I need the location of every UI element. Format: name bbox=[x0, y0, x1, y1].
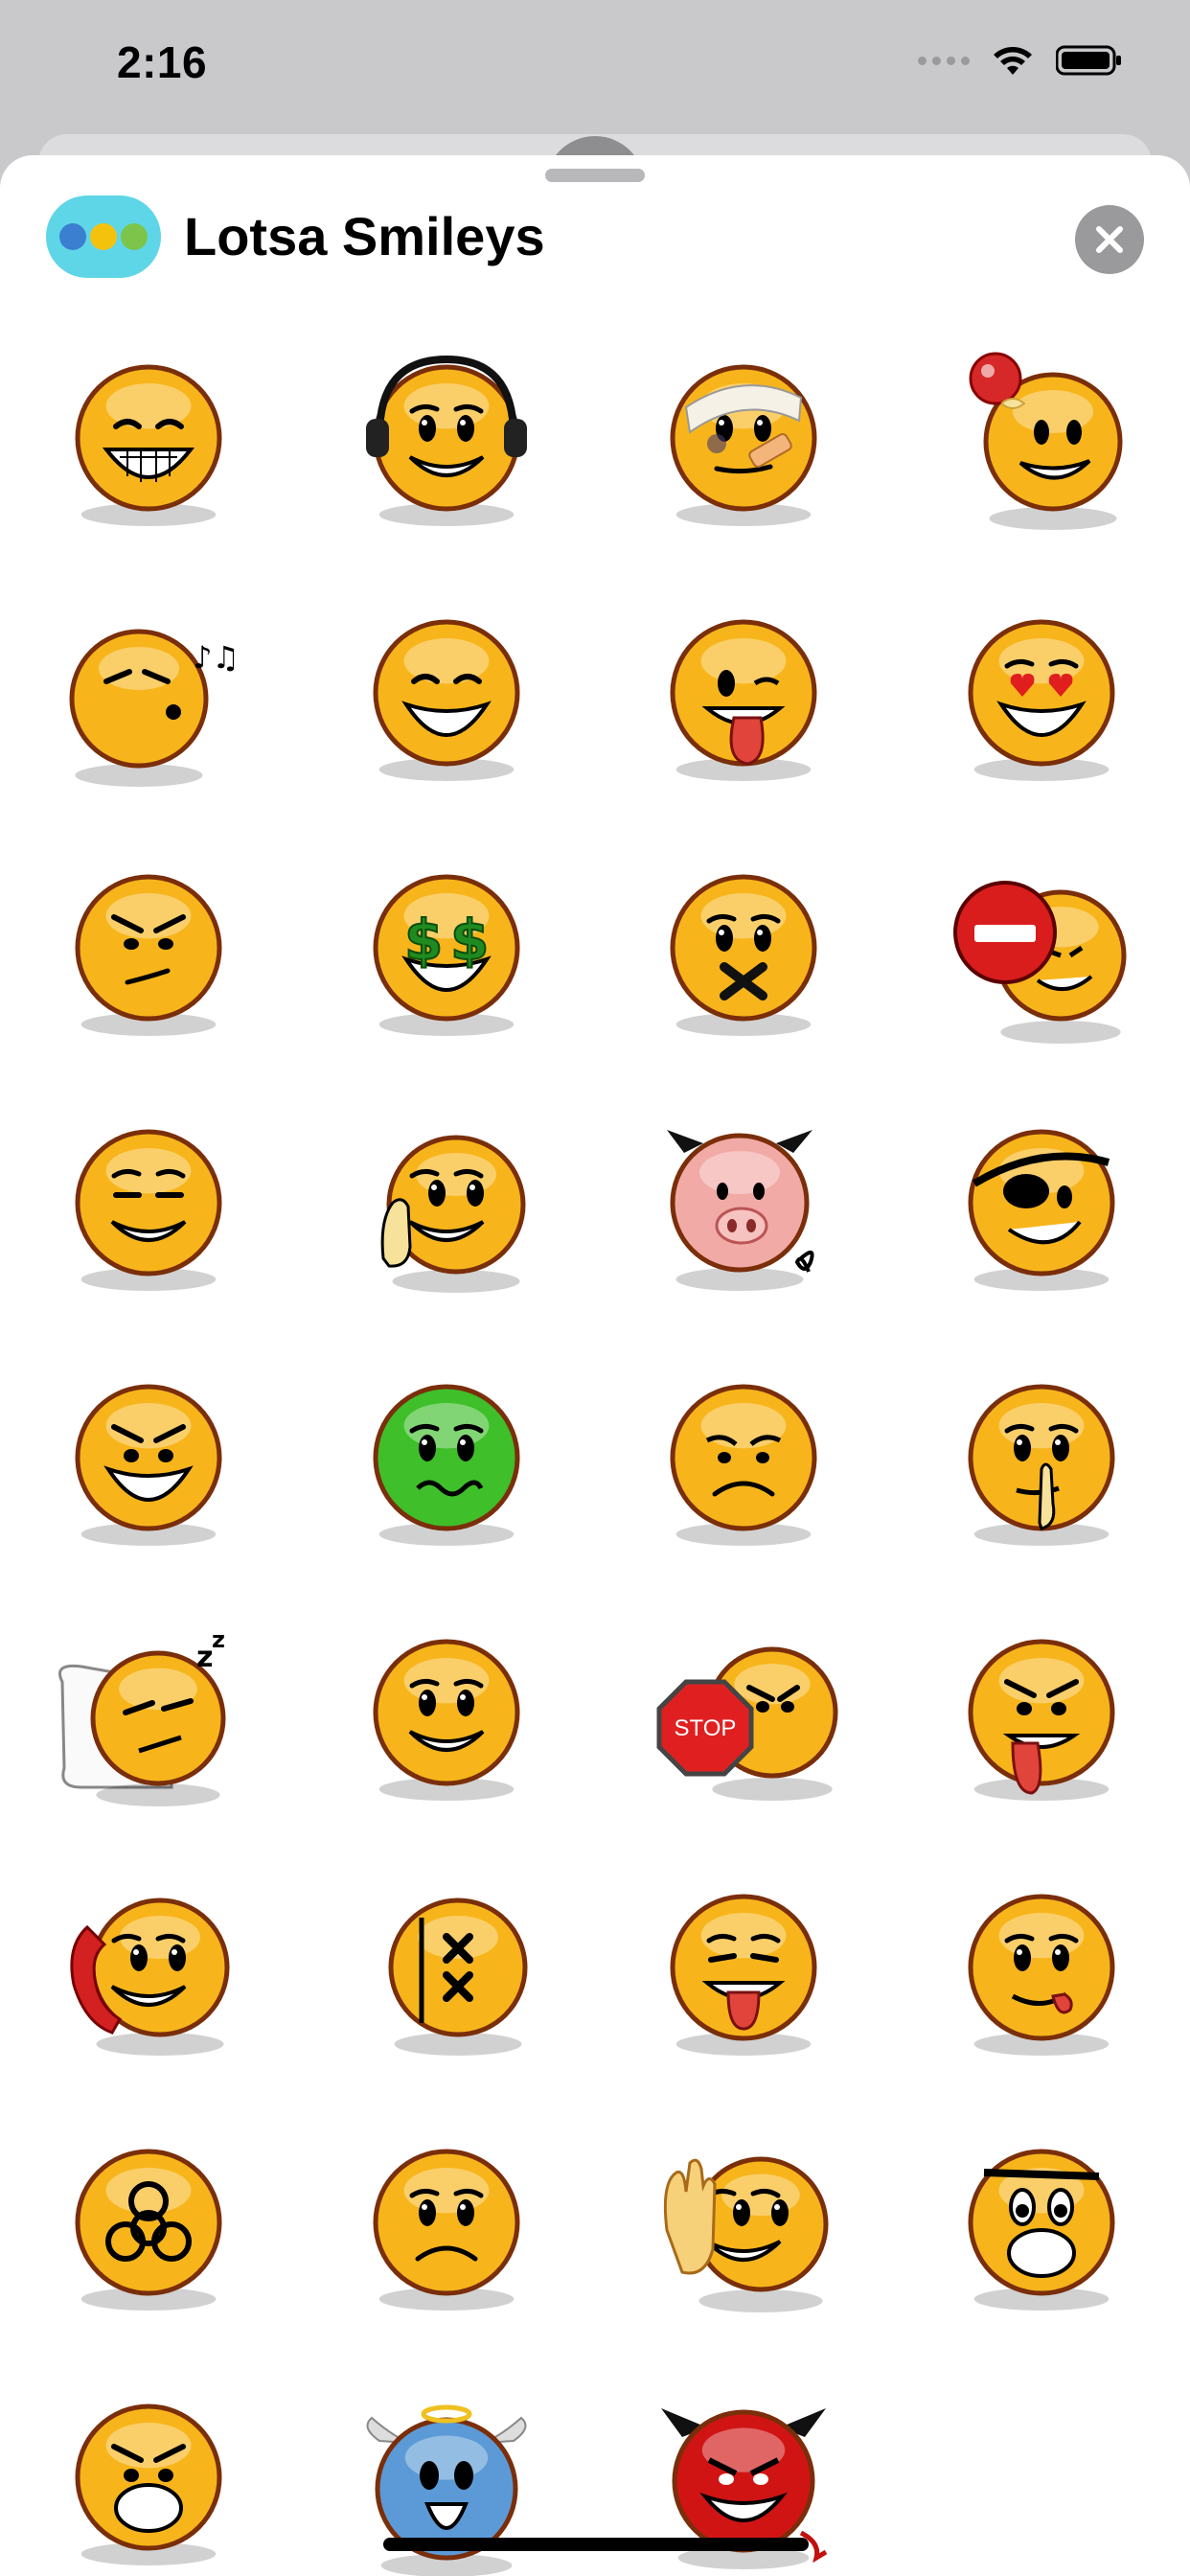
sticker-cell[interactable] bbox=[893, 1593, 1190, 1848]
dollar-eyes-sticker[interactable]: $ $ bbox=[351, 860, 542, 1051]
sticker-cell[interactable] bbox=[595, 828, 893, 1083]
sticker-cell[interactable] bbox=[0, 2103, 298, 2358]
stop-sign-label: STOP bbox=[675, 1715, 737, 1741]
home-indicator bbox=[383, 2538, 809, 2551]
cellular-signal-icon bbox=[918, 56, 970, 65]
mini-face-icon bbox=[121, 223, 148, 250]
stop-sign-sticker[interactable]: STOP bbox=[648, 1624, 839, 1816]
sticker-cell[interactable] bbox=[298, 318, 596, 573]
sticker-grid: ♪♫ $ $ z z STOP bbox=[0, 318, 1190, 2576]
waving-hand-sticker[interactable] bbox=[648, 2134, 839, 2326]
mini-face-icon bbox=[90, 223, 117, 250]
sticker-cell[interactable] bbox=[595, 318, 893, 573]
bump-on-head-sticker[interactable] bbox=[946, 350, 1137, 541]
headphones-sticker[interactable] bbox=[351, 350, 542, 541]
sticker-cell[interactable] bbox=[298, 573, 596, 828]
sticker-cell[interactable] bbox=[595, 573, 893, 828]
sticker-cell[interactable] bbox=[298, 1338, 596, 1593]
whistling-sticker[interactable]: ♪♫ bbox=[53, 605, 244, 796]
biohazard-sticker[interactable] bbox=[53, 2134, 244, 2326]
content-smile-sticker[interactable] bbox=[53, 1115, 244, 1306]
sticker-cell[interactable] bbox=[0, 1338, 298, 1593]
shush-sticker[interactable] bbox=[946, 1369, 1137, 1561]
status-icons bbox=[918, 44, 1123, 77]
sticker-cell[interactable] bbox=[0, 1848, 298, 2103]
heart-eyes-sticker[interactable] bbox=[946, 605, 1137, 796]
close-button[interactable] bbox=[1075, 205, 1144, 274]
mini-face-icon bbox=[59, 223, 86, 250]
sticker-cell[interactable]: STOP bbox=[595, 1593, 893, 1848]
smile-sticker[interactable] bbox=[351, 1624, 542, 1816]
sticker-cell[interactable] bbox=[595, 1338, 893, 1593]
mouth-taped-sticker[interactable] bbox=[648, 860, 839, 1051]
lip-lick-sticker[interactable] bbox=[946, 1879, 1137, 2071]
pirate-eyepatch-sticker[interactable] bbox=[946, 1115, 1137, 1306]
sticker-cell[interactable] bbox=[595, 1848, 893, 2103]
thinking-hand-sticker[interactable] bbox=[351, 1115, 542, 1306]
sticker-cell[interactable] bbox=[0, 318, 298, 573]
grin-sticker[interactable] bbox=[351, 605, 542, 796]
svg-text:$: $ bbox=[404, 908, 443, 973]
pig-sticker[interactable] bbox=[648, 1115, 839, 1306]
sticker-cell[interactable] bbox=[893, 1848, 1190, 2103]
sticker-cell[interactable]: $ $ bbox=[298, 828, 596, 1083]
sheet-title: Lotsa Smileys bbox=[184, 206, 545, 266]
battery-icon bbox=[1056, 45, 1121, 76]
sticker-cell[interactable] bbox=[893, 2103, 1190, 2358]
sticker-cell[interactable] bbox=[298, 2103, 596, 2358]
shocked-sticker[interactable] bbox=[946, 2134, 1137, 2326]
close-icon bbox=[1096, 226, 1123, 253]
crossed-out-eyes-sticker[interactable] bbox=[351, 1879, 542, 2071]
app-icon bbox=[46, 196, 161, 278]
sticker-cell[interactable] bbox=[298, 1083, 596, 1338]
sticker-cell[interactable] bbox=[595, 1083, 893, 1338]
svg-text:♪♫: ♪♫ bbox=[193, 639, 240, 676]
svg-text:z: z bbox=[196, 1641, 213, 1674]
sticker-cell[interactable] bbox=[298, 1593, 596, 1848]
sticker-cell[interactable]: z z bbox=[0, 1593, 298, 1848]
angry-gasp-sticker[interactable] bbox=[53, 2389, 244, 2576]
big-grin-sticker[interactable] bbox=[53, 350, 244, 541]
sticker-cell[interactable] bbox=[298, 1848, 596, 2103]
frown-sticker[interactable] bbox=[351, 2134, 542, 2326]
drooling-sticker[interactable] bbox=[946, 1624, 1137, 1816]
sticker-sheet: Lotsa Smileys ♪♫ $ $ z z STOP bbox=[0, 155, 1190, 2576]
tongue-out-sticker[interactable] bbox=[648, 605, 839, 796]
sticker-cell[interactable] bbox=[0, 2358, 298, 2576]
bandaged-injured-sticker[interactable] bbox=[648, 350, 839, 541]
sick-green-sticker[interactable] bbox=[351, 1369, 542, 1561]
sticker-cell[interactable] bbox=[0, 1083, 298, 1338]
sticker-cell[interactable] bbox=[893, 828, 1190, 1083]
annoyed-sticker[interactable] bbox=[53, 860, 244, 1051]
sticker-cell[interactable] bbox=[595, 2103, 893, 2358]
sticker-cell[interactable] bbox=[893, 318, 1190, 573]
no-entry-sticker[interactable] bbox=[946, 860, 1137, 1051]
sad-sticker[interactable] bbox=[648, 1369, 839, 1561]
phone-call-sticker[interactable] bbox=[53, 1879, 244, 2071]
wifi-icon bbox=[994, 47, 1032, 75]
sticker-cell[interactable] bbox=[0, 828, 298, 1083]
tongue-sticker[interactable] bbox=[648, 1879, 839, 2071]
sticker-cell[interactable]: ♪♫ bbox=[0, 573, 298, 828]
smirk-sticker[interactable] bbox=[53, 1369, 244, 1561]
sheet-grabber[interactable] bbox=[545, 169, 645, 182]
status-time: 2:16 bbox=[117, 37, 208, 87]
sticker-cell[interactable] bbox=[893, 1338, 1190, 1593]
svg-text:$: $ bbox=[450, 908, 489, 973]
sleeping-pillow-sticker[interactable]: z z bbox=[53, 1624, 244, 1816]
svg-text:z: z bbox=[212, 1626, 225, 1653]
sticker-cell[interactable] bbox=[893, 573, 1190, 828]
sticker-cell[interactable] bbox=[893, 1083, 1190, 1338]
